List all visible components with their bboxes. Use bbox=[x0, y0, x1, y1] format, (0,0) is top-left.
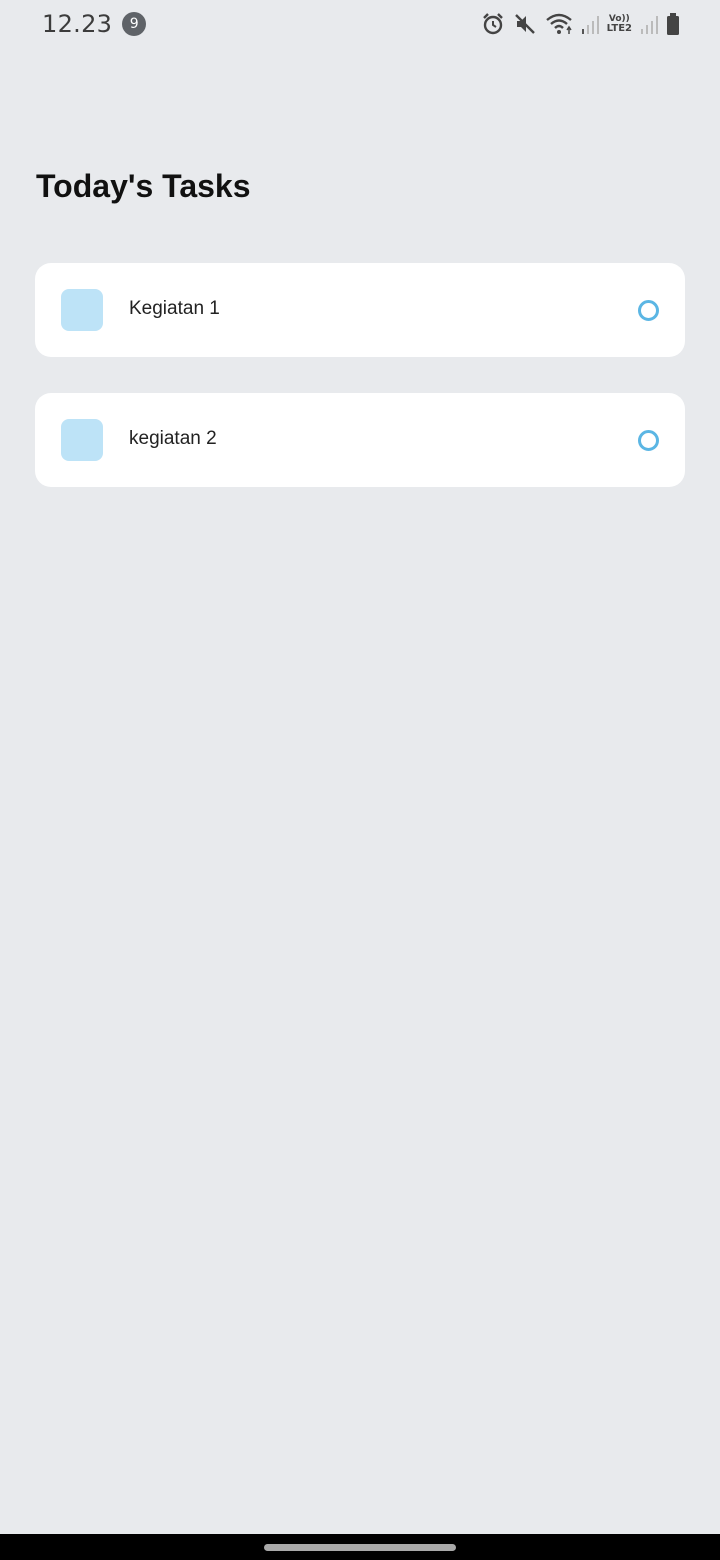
task-card[interactable]: kegiatan 2 bbox=[35, 393, 685, 487]
signal-icon bbox=[581, 13, 599, 35]
navigation-bar bbox=[0, 1534, 720, 1560]
task-color-square bbox=[61, 289, 103, 331]
page-title: Today's Tasks bbox=[36, 168, 251, 204]
lte-label: LTE2 bbox=[606, 23, 632, 34]
task-complete-toggle[interactable] bbox=[638, 430, 659, 451]
signal-icon bbox=[640, 13, 658, 35]
task-complete-toggle[interactable] bbox=[638, 300, 659, 321]
mute-icon bbox=[513, 12, 537, 36]
status-bar: 12.23 9 Vo)) LTE2 bbox=[0, 0, 720, 56]
task-color-square bbox=[61, 419, 103, 461]
status-left: 12.23 9 bbox=[42, 10, 147, 38]
status-time: 12.23 bbox=[42, 10, 113, 38]
wifi-icon bbox=[545, 12, 573, 36]
task-list: Kegiatan 1 kegiatan 2 bbox=[35, 263, 685, 523]
task-label: Kegiatan 1 bbox=[129, 298, 220, 319]
status-icons: Vo)) LTE2 bbox=[481, 12, 680, 36]
battery-icon bbox=[666, 12, 680, 36]
volte-lte2-icon: Vo)) LTE2 bbox=[607, 14, 632, 34]
task-label: kegiatan 2 bbox=[129, 428, 217, 449]
alarm-icon bbox=[481, 12, 505, 36]
home-indicator[interactable] bbox=[264, 1544, 456, 1551]
task-card[interactable]: Kegiatan 1 bbox=[35, 263, 685, 357]
notification-count-badge: 9 bbox=[122, 12, 147, 36]
